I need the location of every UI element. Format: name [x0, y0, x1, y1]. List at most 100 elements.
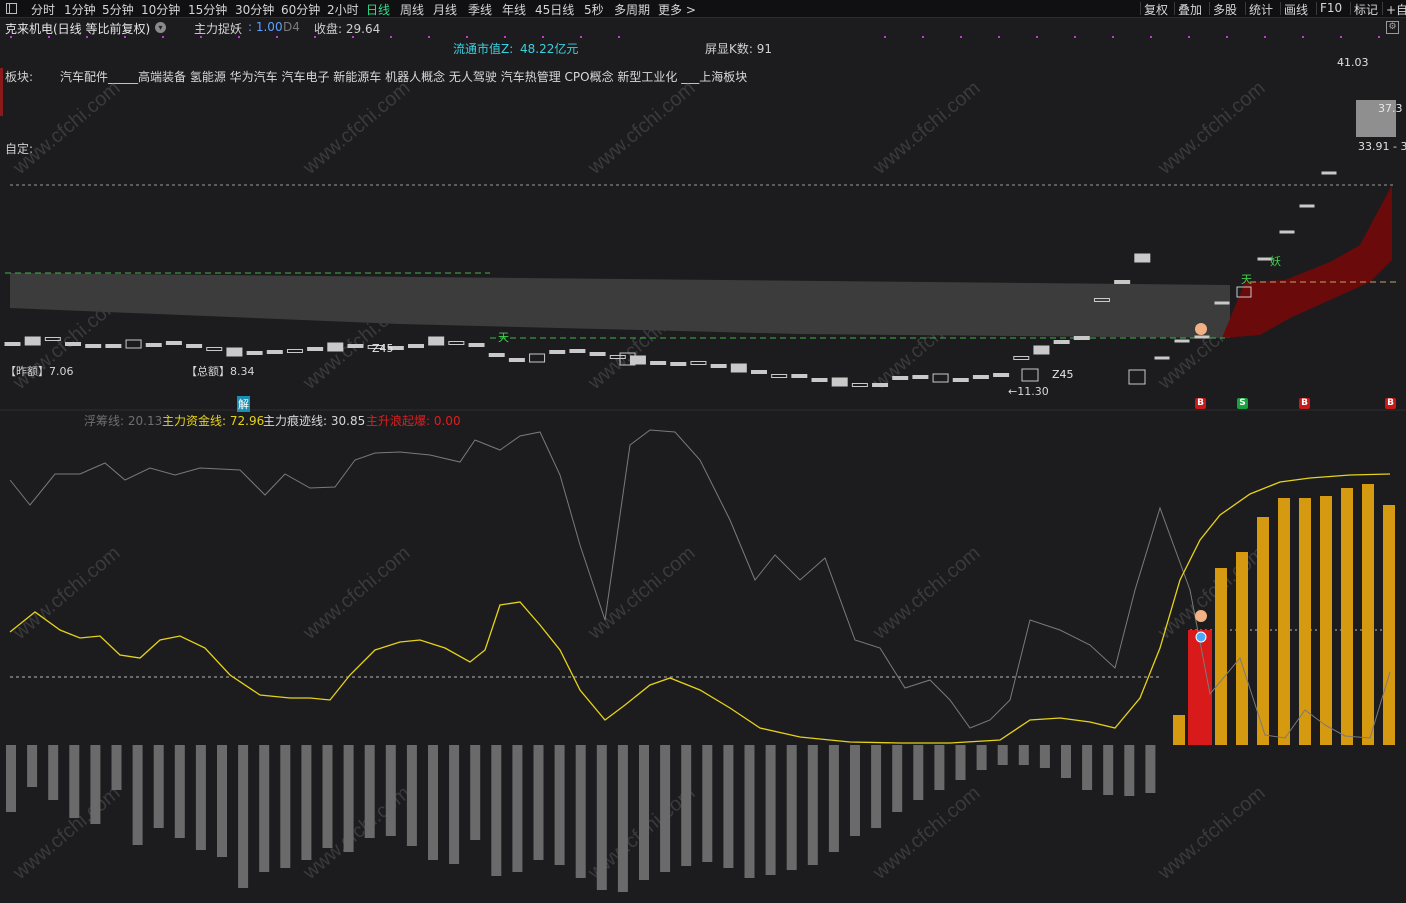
gray-bar [681, 745, 692, 866]
candle [286, 349, 303, 353]
gold-bar [1257, 517, 1269, 745]
gold-bar [1236, 552, 1248, 745]
watermark-text: www.cfchi.com [583, 77, 699, 180]
gray-bar [69, 745, 80, 818]
candle [872, 383, 889, 387]
gray-bar [322, 745, 333, 848]
candle [589, 352, 606, 356]
gray-bar [660, 745, 671, 872]
candle [1073, 336, 1090, 340]
gold-bar [1215, 568, 1227, 745]
trace-line [9, 429, 1391, 739]
sell-tag: S [1237, 398, 1248, 409]
gray-bar [976, 745, 987, 770]
low-price-mark: ←11.30 [1008, 385, 1049, 398]
gold-bar [1341, 488, 1353, 745]
candle [1013, 356, 1030, 360]
header-dot [466, 36, 468, 38]
watermark-text: www.cfchi.com [1153, 782, 1269, 885]
gray-bar [6, 745, 16, 812]
watermark-text: www.cfchi.com [8, 782, 124, 885]
watermark-text: www.cfchi.com [868, 77, 984, 180]
candle [892, 376, 909, 380]
price-low-label: 33.91 - 3 [1358, 140, 1406, 153]
gray-bar [997, 745, 1008, 765]
gray-bar [259, 745, 270, 872]
candle [1033, 345, 1050, 355]
gray-bar [596, 745, 607, 890]
watermark-text: www.cfchi.com [298, 77, 414, 180]
price-high-label: 41.03 [1337, 56, 1369, 69]
watermark-text: www.cfchi.com [1153, 77, 1269, 180]
candle [24, 336, 41, 346]
signal-dot-icon [1195, 631, 1207, 643]
candle [1134, 253, 1151, 263]
candle [912, 375, 929, 379]
header-dot [618, 36, 620, 38]
gold-bar [1299, 498, 1311, 745]
header-dot [884, 36, 886, 38]
gray-bar [111, 745, 122, 790]
buy-tag-3: B [1385, 398, 1396, 409]
candle [1194, 335, 1210, 339]
red-band [1222, 185, 1392, 338]
price-mid-label: 37.3 [1378, 102, 1403, 115]
candle [730, 363, 747, 373]
buy-tag-1: B [1195, 398, 1206, 409]
gray-bar [406, 745, 417, 846]
candle [206, 347, 223, 351]
candle [165, 341, 182, 345]
candle [246, 351, 263, 355]
header-dot [1188, 36, 1190, 38]
candle [266, 350, 283, 354]
header-dot [1340, 36, 1342, 38]
watermark-text: www.cfchi.com [868, 542, 984, 645]
candle [85, 344, 102, 348]
gold-bar [1173, 715, 1185, 745]
watermark-text: www.cfchi.com [8, 542, 124, 645]
candle [428, 336, 445, 346]
yesterday-amount: 【昨额】7.06 [5, 365, 74, 378]
tian-mark-a: 天 [498, 331, 509, 344]
candle [710, 364, 727, 368]
candle [1128, 369, 1146, 385]
candle [4, 342, 21, 346]
candle [327, 342, 344, 352]
gray-bar [301, 745, 312, 860]
candle [1053, 340, 1070, 344]
candle [1321, 171, 1337, 175]
gold-bar [1383, 505, 1395, 745]
gray-bar [470, 745, 481, 840]
header-dot [1264, 36, 1266, 38]
gray-bar [786, 745, 797, 870]
header-dot [238, 36, 240, 38]
candle [972, 375, 989, 379]
candle [448, 341, 465, 345]
watermark-text: www.cfchi.com [8, 77, 124, 180]
header-dot [922, 36, 924, 38]
gray-bar [1061, 745, 1071, 778]
gray-bar [449, 745, 460, 864]
candle [1154, 356, 1170, 360]
header-dot [124, 36, 126, 38]
fuchou-line-label: 浮筹线: 20.13 [84, 414, 163, 428]
gray-bar [90, 745, 101, 824]
face-icon-upper [1195, 323, 1207, 335]
tian-mark-b: 天 [1241, 273, 1252, 286]
candle [488, 353, 505, 357]
header-dot [1112, 36, 1114, 38]
candle [650, 361, 667, 365]
chart-canvas: www.cfchi.com www.cfchi.com www.cfchi.com w… [0, 36, 1406, 892]
gray-bar [132, 745, 143, 845]
main-money-line-label: 主力资金线: 72.96 [162, 414, 265, 428]
candle [1174, 339, 1190, 343]
gray-bar [955, 745, 966, 780]
watermark-text: www.cfchi.com [1153, 542, 1269, 645]
candle [226, 347, 243, 357]
candle [307, 347, 324, 351]
candle [145, 343, 162, 347]
gray-bar [639, 745, 649, 880]
candle [811, 378, 828, 382]
candle [549, 350, 566, 354]
gray-bar [807, 745, 818, 865]
